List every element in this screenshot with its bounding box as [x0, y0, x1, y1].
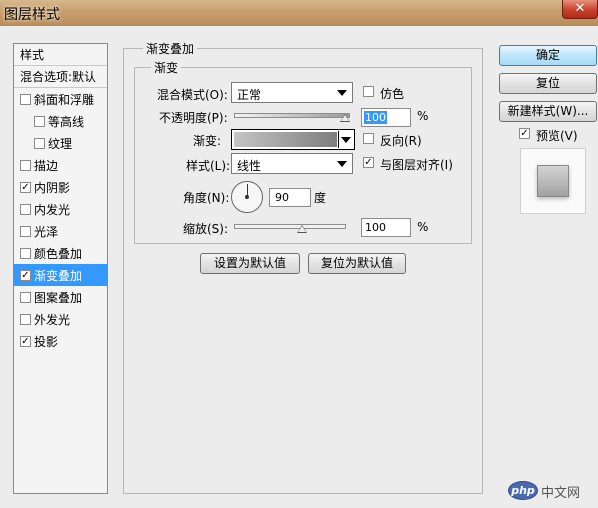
- style-item[interactable]: ✓ 内阴影: [14, 176, 107, 198]
- scale-unit: %: [417, 220, 429, 234]
- style-item-checkbox[interactable]: ✓: [20, 270, 31, 281]
- style-item-checkbox[interactable]: [20, 292, 31, 303]
- blending-options-item[interactable]: 混合选项:默认: [14, 66, 107, 88]
- style-item-label: 外发光: [34, 313, 71, 327]
- new-style-button[interactable]: 新建样式(W)...: [499, 101, 597, 122]
- blend-mode-select[interactable]: 正常: [231, 82, 353, 103]
- style-item-checkbox[interactable]: [20, 204, 31, 215]
- preview-label: 预览(V): [536, 129, 578, 143]
- angle-label: 角度(N):: [183, 191, 230, 205]
- dither-checkbox[interactable]: [363, 86, 374, 97]
- reset-button[interactable]: 复位: [499, 73, 597, 94]
- style-item[interactable]: 纹理: [14, 132, 107, 154]
- scale-label: 缩放(S):: [183, 222, 229, 236]
- style-item[interactable]: 光泽: [14, 220, 107, 242]
- scale-slider-track[interactable]: [234, 224, 346, 229]
- align-with-layer-checkbox[interactable]: ✓: [363, 157, 374, 168]
- preview-checkbox[interactable]: ✓: [519, 128, 530, 139]
- style-select[interactable]: 线性: [231, 153, 353, 174]
- watermark-text: 中文网: [541, 486, 581, 501]
- opacity-slider-thumb[interactable]: [340, 114, 350, 122]
- blend-mode-label: 混合模式(O):: [157, 88, 228, 102]
- style-preview: [520, 148, 586, 214]
- style-preview-swatch: [537, 165, 569, 197]
- reverse-checkbox[interactable]: [363, 133, 374, 144]
- opacity-input-value: 100: [364, 111, 387, 124]
- opacity-label: 不透明度(P):: [159, 111, 228, 125]
- gradient-overlay-title: 渐变叠加: [143, 40, 198, 57]
- ok-button[interactable]: 确定: [499, 45, 597, 66]
- scale-input[interactable]: 100: [361, 218, 411, 237]
- opacity-unit: %: [417, 109, 429, 123]
- style-item-checkbox[interactable]: ✓: [20, 182, 31, 193]
- style-item[interactable]: 图案叠加: [14, 286, 107, 308]
- style-item-label: 等高线: [48, 115, 85, 129]
- style-item-checkbox[interactable]: [20, 94, 31, 105]
- opacity-slider-track[interactable]: [234, 113, 350, 118]
- blending-options-label: 混合选项:默认: [20, 70, 97, 84]
- style-item-label: 渐变叠加: [34, 269, 83, 283]
- style-item[interactable]: 外发光: [14, 308, 107, 330]
- style-item-checkbox[interactable]: [34, 116, 45, 127]
- angle-input-value: 90: [275, 191, 289, 204]
- reset-to-default-button[interactable]: 复位为默认值: [308, 253, 406, 274]
- style-item-checkbox[interactable]: [20, 314, 31, 325]
- style-item-checkbox[interactable]: [20, 248, 31, 259]
- close-button[interactable]: ✕: [562, 0, 598, 19]
- gradient-preview[interactable]: [234, 132, 337, 147]
- make-default-button[interactable]: 设置为默认值: [200, 253, 300, 274]
- style-item-label: 图案叠加: [34, 291, 83, 305]
- gradient-label: 渐变:: [193, 134, 222, 148]
- style-item-label: 内发光: [34, 203, 71, 217]
- styles-header[interactable]: 样式: [14, 44, 107, 66]
- style-item-checkbox[interactable]: [20, 160, 31, 171]
- php-logo: php: [508, 481, 538, 500]
- style-item[interactable]: 颜色叠加: [14, 242, 107, 264]
- style-item-checkbox[interactable]: [34, 138, 45, 149]
- scale-slider-thumb[interactable]: [297, 225, 307, 233]
- style-item[interactable]: ✓ 渐变叠加: [14, 264, 107, 286]
- styles-list: 样式 混合选项:默认 斜面和浮雕 等高线 纹理 描边 ✓ 内阴影 内发光 光泽 颜色叠加 ✓ 渐变叠…: [13, 43, 108, 494]
- style-label: 样式(L):: [186, 159, 231, 173]
- title-bar: 图层样式 ✕: [0, 0, 598, 26]
- style-item-label: 光泽: [34, 225, 59, 239]
- style-item[interactable]: 内发光: [14, 198, 107, 220]
- style-item-checkbox[interactable]: ✓: [20, 336, 31, 347]
- gradient-picker[interactable]: [231, 129, 355, 150]
- angle-input[interactable]: 90: [269, 188, 311, 207]
- angle-unit: 度: [314, 191, 327, 205]
- gradient-group-title: 渐变: [151, 59, 182, 76]
- dither-label: 仿色: [380, 87, 405, 101]
- style-item-label: 纹理: [48, 137, 73, 151]
- chevron-down-icon: [337, 161, 347, 167]
- gradient-dropdown-arrow-icon[interactable]: [338, 131, 353, 148]
- opacity-input[interactable]: 100: [361, 108, 411, 127]
- style-item-label: 斜面和浮雕: [34, 93, 95, 107]
- angle-dial[interactable]: [231, 181, 263, 213]
- style-item[interactable]: 描边: [14, 154, 107, 176]
- style-value: 线性: [237, 159, 262, 173]
- style-item[interactable]: 等高线: [14, 110, 107, 132]
- style-item[interactable]: 斜面和浮雕: [14, 88, 107, 110]
- style-item[interactable]: ✓ 投影: [14, 330, 107, 352]
- style-item-label: 投影: [34, 335, 59, 349]
- styles-header-label: 样式: [20, 48, 45, 62]
- angle-dial-center: [245, 195, 249, 199]
- watermark: php 中文网: [508, 480, 598, 502]
- style-item-label: 描边: [34, 159, 59, 173]
- window-title: 图层样式: [4, 7, 60, 23]
- align-with-layer-label: 与图层对齐(I): [380, 158, 453, 172]
- style-item-label: 内阴影: [34, 181, 71, 195]
- style-item-label: 颜色叠加: [34, 247, 83, 261]
- chevron-down-icon: [337, 90, 347, 96]
- reverse-label: 反向(R): [380, 134, 422, 148]
- style-item-checkbox[interactable]: [20, 226, 31, 237]
- blend-mode-value: 正常: [237, 88, 262, 102]
- scale-input-value: 100: [365, 221, 386, 234]
